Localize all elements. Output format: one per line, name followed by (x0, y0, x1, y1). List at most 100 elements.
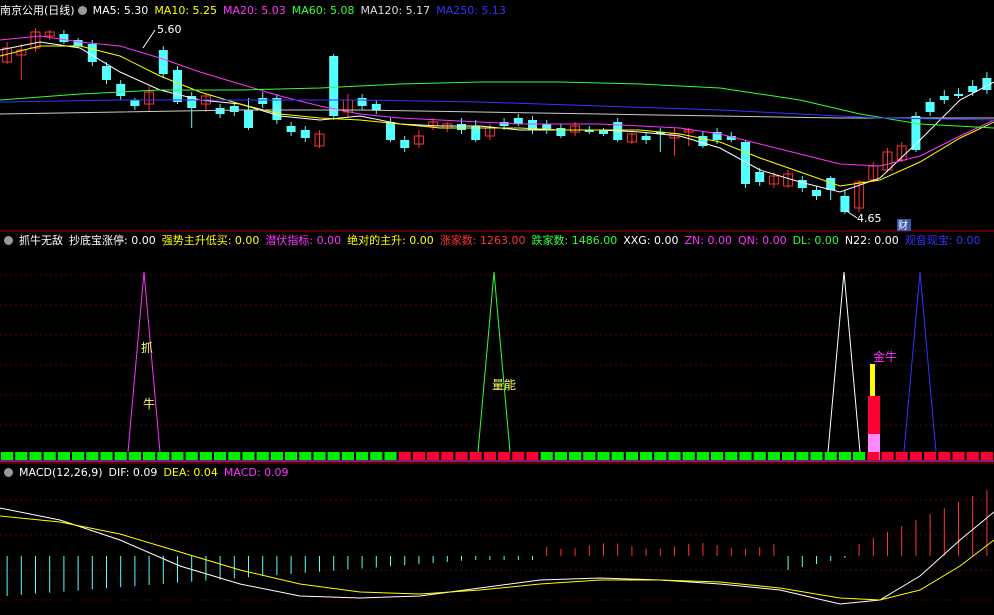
niu-label: 牛 (143, 396, 155, 411)
indicator-field-value: XXG: 0.00 (623, 234, 679, 247)
indicator-field-value: 涨家数: 1263.00 (439, 234, 526, 247)
status-square (512, 452, 525, 460)
ma-indicator-value: MA60: 5.08 (291, 4, 355, 17)
ma-indicator-value: MA120: 5.17 (360, 4, 431, 17)
status-square (143, 452, 156, 460)
candle-body-down (116, 84, 126, 96)
status-square (924, 452, 937, 460)
status-square (341, 452, 354, 460)
low-price-pointer (844, 209, 858, 219)
macd-field-list: DIF: 0.09 DEA: 0.04 MACD: 0.09 (109, 466, 295, 479)
candle-body-down (158, 50, 168, 74)
indicator-panel-header: 抓牛无敌 抄底宝涨停: 0.00 强势主升低买: 0.00 潜伏指标: 0.00 绝对的… (0, 233, 993, 249)
macd-field-value: MACD: 0.09 (223, 466, 289, 479)
status-square (157, 452, 170, 460)
candle-body-down (797, 180, 807, 188)
ma5-line (0, 41, 994, 193)
status-square (583, 452, 596, 460)
candle-body-down (300, 130, 310, 138)
status-square (356, 452, 369, 460)
status-square (696, 452, 709, 460)
status-square (753, 452, 766, 460)
status-square (767, 452, 780, 460)
status-square (455, 452, 468, 460)
settings-dot-icon[interactable] (4, 468, 13, 477)
liangneng-label: 量能 (492, 378, 516, 392)
candle-body-down (925, 102, 935, 112)
status-square (725, 452, 738, 460)
candle-body-down (229, 106, 239, 112)
stock-title[interactable]: 南京公用(日线) (0, 4, 75, 17)
macd-field-value: DEA: 0.04 (163, 466, 218, 479)
status-square (270, 452, 283, 460)
status-square (597, 452, 610, 460)
candle-body-down (329, 56, 339, 116)
status-square (966, 452, 979, 460)
chart-canvas[interactable]: 5.60 4.65 财抓牛 量能 金牛 (0, 0, 994, 615)
candle-body-down (215, 108, 225, 114)
indicator-field-value: 抄底宝涨停: 0.00 (69, 234, 156, 247)
status-square (824, 452, 837, 460)
status-square (29, 452, 42, 460)
status-square (867, 452, 880, 460)
status-square (540, 452, 553, 460)
candle-body-down (741, 142, 750, 184)
status-square (427, 452, 440, 460)
candle-body-down (400, 140, 410, 148)
ma-indicator-value: MA250: 5.13 (436, 4, 506, 17)
status-square (838, 452, 851, 460)
indicator-title[interactable]: 抓牛无敌 (19, 234, 63, 247)
status-square (398, 452, 411, 460)
status-square (554, 452, 567, 460)
macd-title[interactable]: MACD(12,26,9) (19, 466, 103, 479)
macd-field-value: DIF: 0.09 (108, 466, 158, 479)
jinniu-label: 金牛 (873, 349, 897, 364)
status-square (796, 452, 809, 460)
high-price-label: 5.60 (157, 23, 182, 36)
candle-body-down (457, 124, 466, 130)
candle-body-down (371, 104, 381, 110)
candle-body-down (513, 118, 523, 124)
status-square (228, 452, 241, 460)
low-price-label: 4.65 (857, 212, 882, 225)
status-square (313, 452, 326, 460)
candle-body-down (272, 98, 282, 120)
candle-body-down (258, 98, 268, 104)
settings-dot-icon[interactable] (4, 236, 13, 245)
indicator-field-value: 潜伏指标: 0.00 (265, 234, 342, 247)
jinniu-bar-yellow (870, 364, 875, 396)
status-square (881, 452, 894, 460)
ma-indicator-value: MA10: 5.25 (154, 4, 218, 17)
candle-body-down (812, 190, 821, 196)
candle-body-down (840, 196, 850, 212)
indicator-field-value: ZN: 0.00 (684, 234, 732, 247)
finance-event-label: 财 (898, 219, 908, 232)
status-square (909, 452, 922, 460)
candle-body-down (286, 126, 296, 132)
stock-chart-window: 5.60 4.65 财抓牛 量能 金牛 南京公用(日线) MA5: 5.30 MA10: 5… (0, 0, 994, 615)
status-square (327, 452, 340, 460)
status-square (214, 452, 227, 460)
zhua-label: 抓 (141, 341, 153, 355)
status-square (128, 452, 141, 460)
indicator-field-value: DL: 0.00 (792, 234, 839, 247)
candle-body-down (911, 116, 921, 150)
ma-indicator-list: MA5: 5.30 MA10: 5.25 MA20: 5.03 MA60: 5.08 M… (93, 4, 512, 17)
status-square (483, 452, 496, 460)
status-square (1, 452, 14, 460)
high-price-pointer (142, 29, 156, 49)
jinniu-bar-red (868, 396, 880, 434)
status-square (625, 452, 638, 460)
candle-body-down (556, 128, 566, 136)
settings-dot-icon[interactable] (77, 6, 87, 15)
status-square (199, 452, 212, 460)
status-square (86, 452, 99, 460)
status-square (938, 452, 951, 460)
status-square (739, 452, 752, 460)
candle-body-down (954, 94, 963, 96)
status-square (782, 452, 795, 460)
candle-body-down (244, 110, 253, 128)
status-square (711, 452, 724, 460)
indicator-field-value: 观音现宝: 0.00 (904, 234, 981, 247)
macd-panel-header: MACD(12,26,9) DIF: 0.09 DEA: 0.04 MACD: 0.0… (0, 465, 301, 481)
